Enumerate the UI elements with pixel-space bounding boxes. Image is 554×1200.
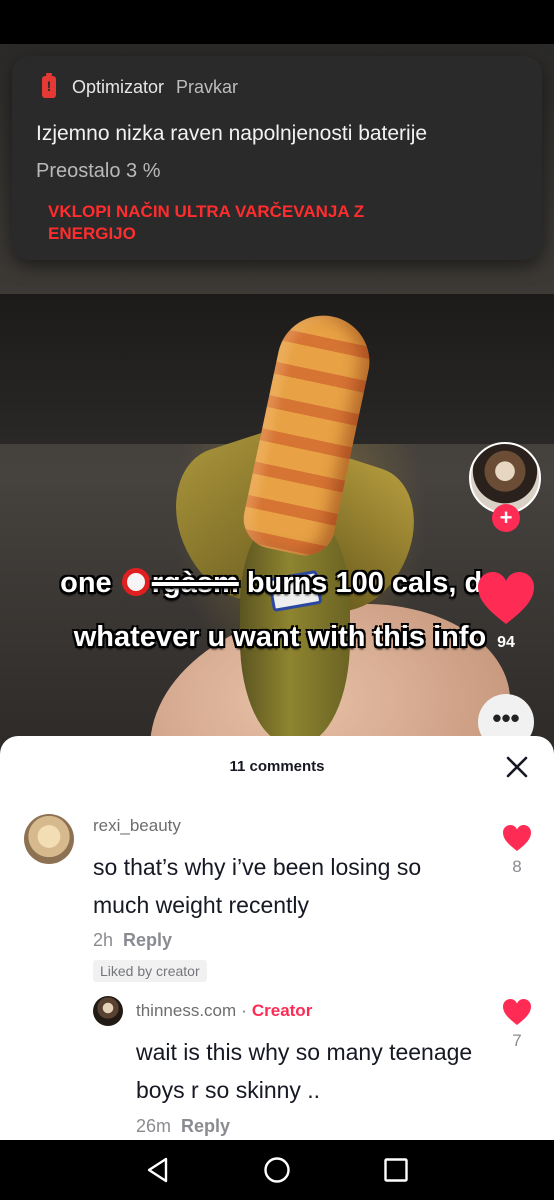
creator-tag: Creator xyxy=(251,1001,313,1020)
system-nav-bar xyxy=(0,1140,554,1200)
comment-time: 2h xyxy=(93,930,114,950)
notification-time: Pravkar xyxy=(176,76,239,97)
ultra-power-saving-button[interactable]: VKLOPI NAČIN ULTRA VARČEVANJA Z ENERGIJO xyxy=(48,201,448,245)
close-icon[interactable] xyxy=(504,754,530,780)
reply-text: wait is this why so many teenage boys r … xyxy=(136,1039,473,1103)
comments-sheet: 11 comments rexi_beauty so that’s why i’… xyxy=(0,736,554,1146)
home-icon[interactable] xyxy=(263,1156,291,1184)
notification-title: Izjemno nizka raven napolnjenosti bateri… xyxy=(36,122,428,145)
reply-username[interactable]: thinness.com xyxy=(136,1001,236,1020)
battery-notification[interactable]: Optimizator Pravkar Izjemno nizka raven … xyxy=(12,56,542,260)
like-count: 94 xyxy=(497,634,515,651)
recents-icon[interactable] xyxy=(382,1156,410,1184)
reply-avatar[interactable] xyxy=(93,996,123,1026)
ring-emoji-icon xyxy=(121,568,150,596)
follow-button[interactable]: + xyxy=(492,504,520,532)
notification-body: Preostalo 3 % xyxy=(36,160,161,182)
caption-strike-word: rgàsm xyxy=(151,567,239,599)
liked-by-creator-badge: Liked by creator xyxy=(93,960,207,982)
reply-time: 26m xyxy=(136,1116,172,1136)
commenter-avatar[interactable] xyxy=(24,814,74,864)
comments-header: 11 comments xyxy=(0,736,554,798)
reply-reply-button[interactable]: Reply xyxy=(181,1116,230,1136)
video-caption: one rgàsm burns 100 cals, do whatever u … xyxy=(60,556,500,664)
like-heart-icon[interactable] xyxy=(476,570,536,626)
notification-app-name: Optimizator xyxy=(72,76,165,97)
reply-username-row: thinness.com · Creator xyxy=(136,1001,312,1021)
reply-meta: 26m Reply xyxy=(136,1116,230,1137)
reply-like-count: 7 xyxy=(512,1031,522,1050)
comment-like-count: 8 xyxy=(512,857,522,876)
caption-part-1: one xyxy=(60,567,120,599)
reply-like-heart-icon[interactable] xyxy=(502,998,532,1026)
reply-button[interactable]: Reply xyxy=(123,930,172,950)
comment-meta: 2h Reply xyxy=(93,930,172,951)
separator-dot: · xyxy=(241,1001,247,1020)
comments-count: 11 comments xyxy=(229,758,325,775)
battery-alert-icon xyxy=(42,73,56,98)
back-icon[interactable] xyxy=(144,1156,172,1184)
comment-text: so that’s why i’ve been losing so much w… xyxy=(93,854,422,918)
comment-username[interactable]: rexi_beauty xyxy=(93,816,181,836)
comment-like-heart-icon[interactable] xyxy=(502,824,532,852)
